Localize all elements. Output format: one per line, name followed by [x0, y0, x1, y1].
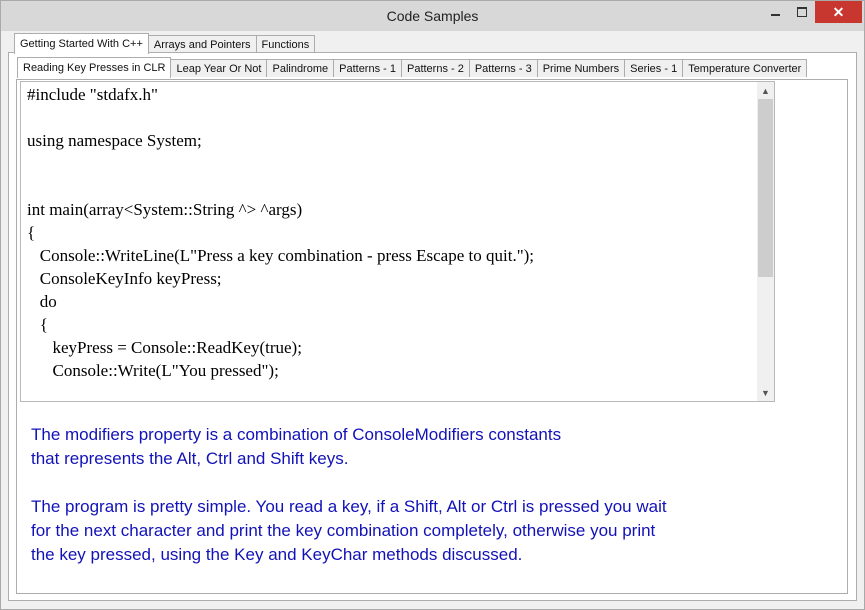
chevron-up-icon: ▲: [761, 85, 770, 96]
title-bar[interactable]: Code Samples ✕: [1, 1, 864, 31]
tab-patterns-2[interactable]: Patterns - 2: [400, 59, 470, 77]
tab-palindrome[interactable]: Palindrome: [266, 59, 335, 77]
tab-patterns-3[interactable]: Patterns - 3: [468, 59, 538, 77]
code-scrollbar[interactable]: ▲ ▼: [757, 82, 774, 401]
tab-prime-numbers[interactable]: Prime Numbers: [536, 59, 626, 77]
chevron-down-icon: ▼: [761, 387, 770, 398]
code-viewer[interactable]: #include "stdafx.h" using namespace Syst…: [20, 81, 775, 402]
minimize-icon: [770, 14, 780, 16]
maximize-button[interactable]: [789, 1, 815, 23]
code-text[interactable]: #include "stdafx.h" using namespace Syst…: [27, 83, 534, 382]
description-text: The modifiers property is a combination …: [31, 423, 791, 591]
tab-temperature-converter[interactable]: Temperature Converter: [682, 59, 808, 77]
description-paragraph-1: The modifiers property is a combination …: [31, 425, 562, 468]
tab-leap-year[interactable]: Leap Year Or Not: [170, 59, 268, 77]
minimize-button[interactable]: [761, 1, 789, 23]
scroll-up-button[interactable]: ▲: [757, 82, 774, 99]
tab-getting-started[interactable]: Getting Started With C++: [14, 33, 149, 54]
tab-patterns-1[interactable]: Patterns - 1: [333, 59, 402, 77]
maximize-icon: [797, 7, 807, 17]
close-icon: ✕: [832, 4, 845, 20]
description-paragraph-2: The program is pretty simple. You read a…: [31, 497, 667, 564]
app-window: Code Samples ✕ Getting Started With C++ …: [0, 0, 865, 610]
close-button[interactable]: ✕: [815, 1, 862, 23]
outer-tab-strip: Getting Started With C++ Arrays and Poin…: [14, 33, 316, 54]
scroll-thumb[interactable]: [758, 99, 773, 277]
tab-series-1[interactable]: Series - 1: [624, 59, 684, 77]
tab-reading-key-presses[interactable]: Reading Key Presses in CLR: [17, 57, 172, 78]
inner-tab-panel: #include "stdafx.h" using namespace Syst…: [16, 79, 848, 594]
inner-tab-strip: Reading Key Presses in CLR Leap Year Or …: [17, 57, 808, 78]
scroll-down-button[interactable]: ▼: [757, 384, 774, 401]
tab-arrays-and-pointers[interactable]: Arrays and Pointers: [147, 35, 257, 53]
tab-functions[interactable]: Functions: [255, 35, 316, 53]
client-area: Getting Started With C++ Arrays and Poin…: [8, 31, 858, 603]
window-title: Code Samples: [386, 8, 479, 24]
